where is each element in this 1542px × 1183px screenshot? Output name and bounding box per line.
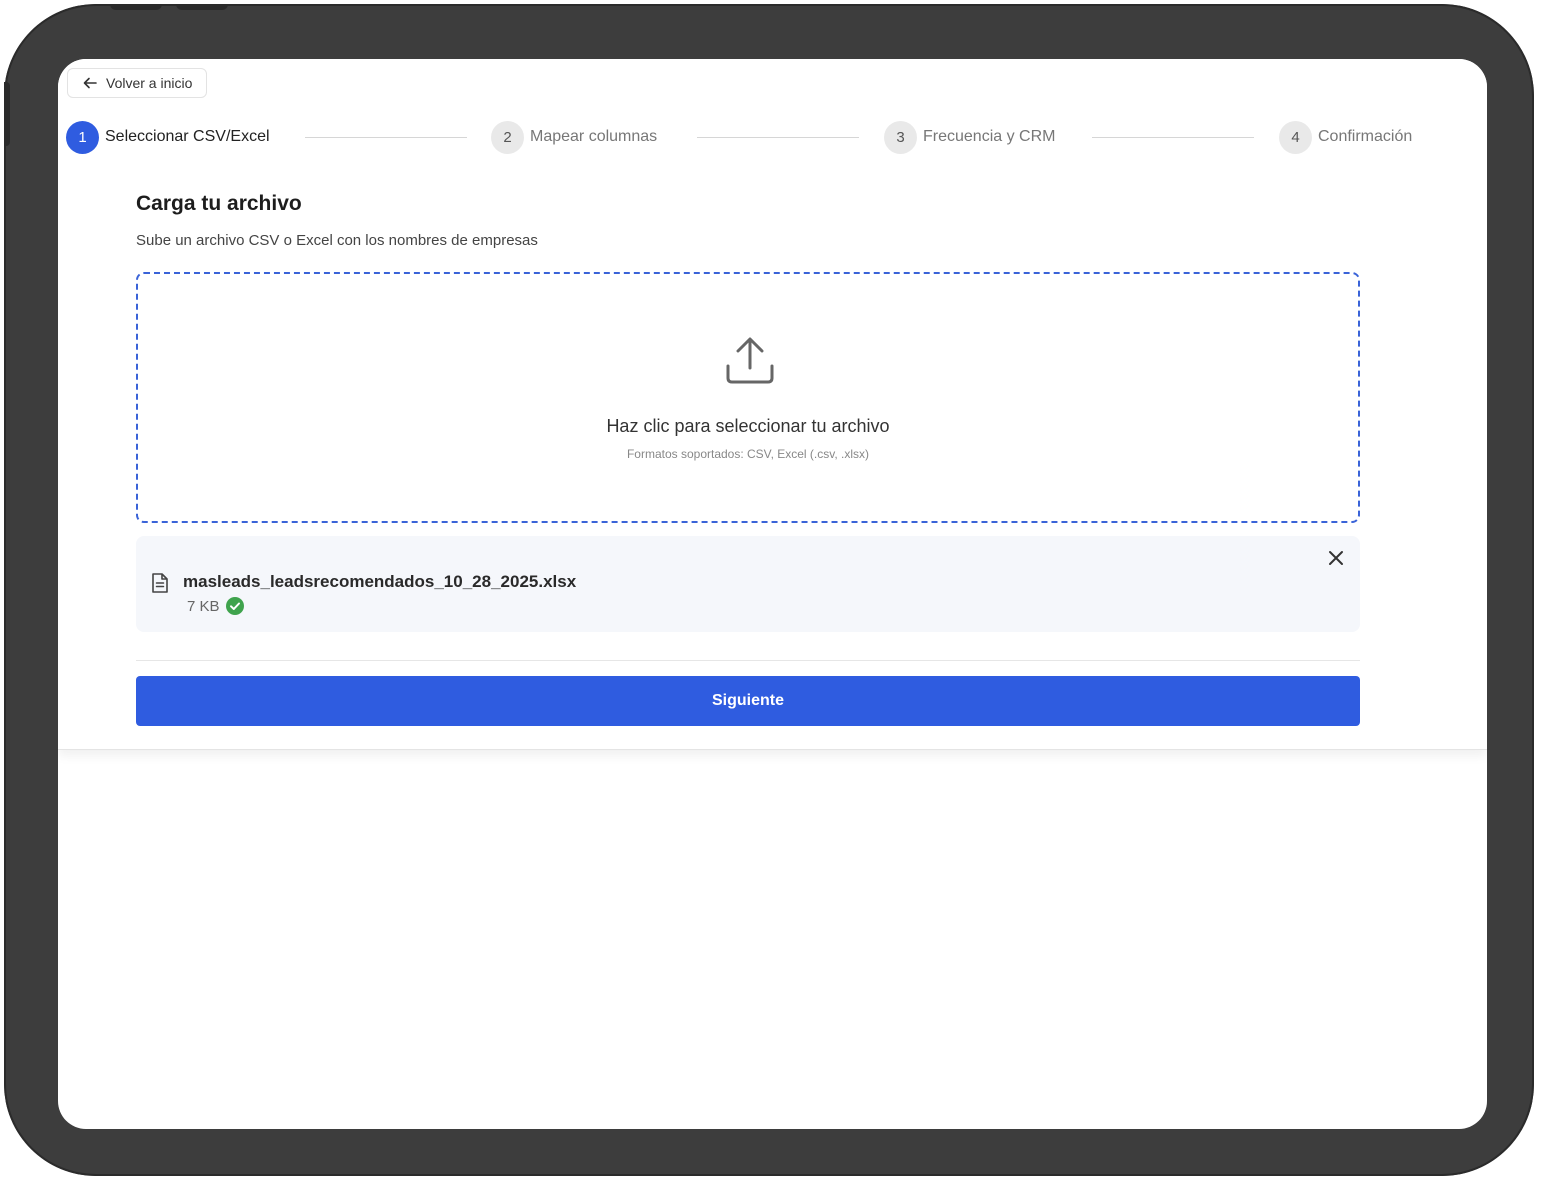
- step-connector-1: [305, 137, 467, 138]
- device-side-button: [4, 82, 10, 146]
- step-connector-2: [697, 137, 859, 138]
- step-4[interactable]: 4 Confirmación: [1279, 119, 1412, 155]
- file-dropzone[interactable]: Haz clic para seleccionar tu archivo For…: [136, 272, 1360, 523]
- device-notch-left: [110, 4, 162, 10]
- step-4-number: 4: [1279, 120, 1312, 154]
- file-name: masleads_leadsrecomendados_10_28_2025.xl…: [183, 572, 577, 591]
- device-notch-right: [176, 4, 228, 10]
- wizard-stepper: 1 Seleccionar CSV/Excel 2 Mapear columna…: [66, 119, 1446, 155]
- step-2-label: Mapear columnas: [530, 128, 658, 145]
- step-1-number: 1: [66, 120, 99, 154]
- selected-file-card: masleads_leadsrecomendados_10_28_2025.xl…: [136, 536, 1360, 632]
- step-3[interactable]: 3 Frecuencia y CRM: [884, 119, 1055, 155]
- document-icon: [150, 572, 170, 599]
- page-title: Carga tu archivo: [136, 192, 302, 215]
- arrow-left-icon: [82, 75, 98, 91]
- remove-file-button[interactable]: [1324, 548, 1348, 572]
- step-2[interactable]: 2 Mapear columnas: [491, 119, 657, 155]
- tablet-frame: Volver a inicio 1 Seleccionar CSV/Excel …: [4, 4, 1534, 1176]
- divider: [136, 660, 1360, 661]
- step-2-number: 2: [491, 120, 524, 154]
- page-subtitle: Sube un archivo CSV o Excel con los nomb…: [136, 232, 538, 249]
- upload-icon: [724, 334, 776, 391]
- dropzone-formats: Formatos soportados: CSV, Excel (.csv, .…: [626, 447, 870, 461]
- next-button[interactable]: Siguiente: [136, 676, 1360, 726]
- step-1[interactable]: 1 Seleccionar CSV/Excel: [66, 119, 270, 155]
- back-to-home-button[interactable]: Volver a inicio: [67, 68, 208, 98]
- dropzone-title: Haz clic para seleccionar tu archivo: [606, 416, 890, 436]
- step-4-label: Confirmación: [1318, 128, 1413, 145]
- check-circle-icon: [225, 597, 244, 615]
- step-3-label: Frecuencia y CRM: [923, 128, 1056, 145]
- back-button-label: Volver a inicio: [106, 75, 193, 91]
- import-wizard: Volver a inicio 1 Seleccionar CSV/Excel …: [58, 59, 1487, 750]
- step-3-number: 3: [884, 120, 917, 154]
- file-size: 7 KB: [187, 597, 220, 615]
- close-icon: [1328, 550, 1344, 571]
- step-connector-3: [1092, 137, 1254, 138]
- step-1-label: Seleccionar CSV/Excel: [105, 128, 270, 145]
- file-meta: 7 KB: [187, 597, 244, 615]
- tablet-screen: Volver a inicio 1 Seleccionar CSV/Excel …: [58, 59, 1487, 1129]
